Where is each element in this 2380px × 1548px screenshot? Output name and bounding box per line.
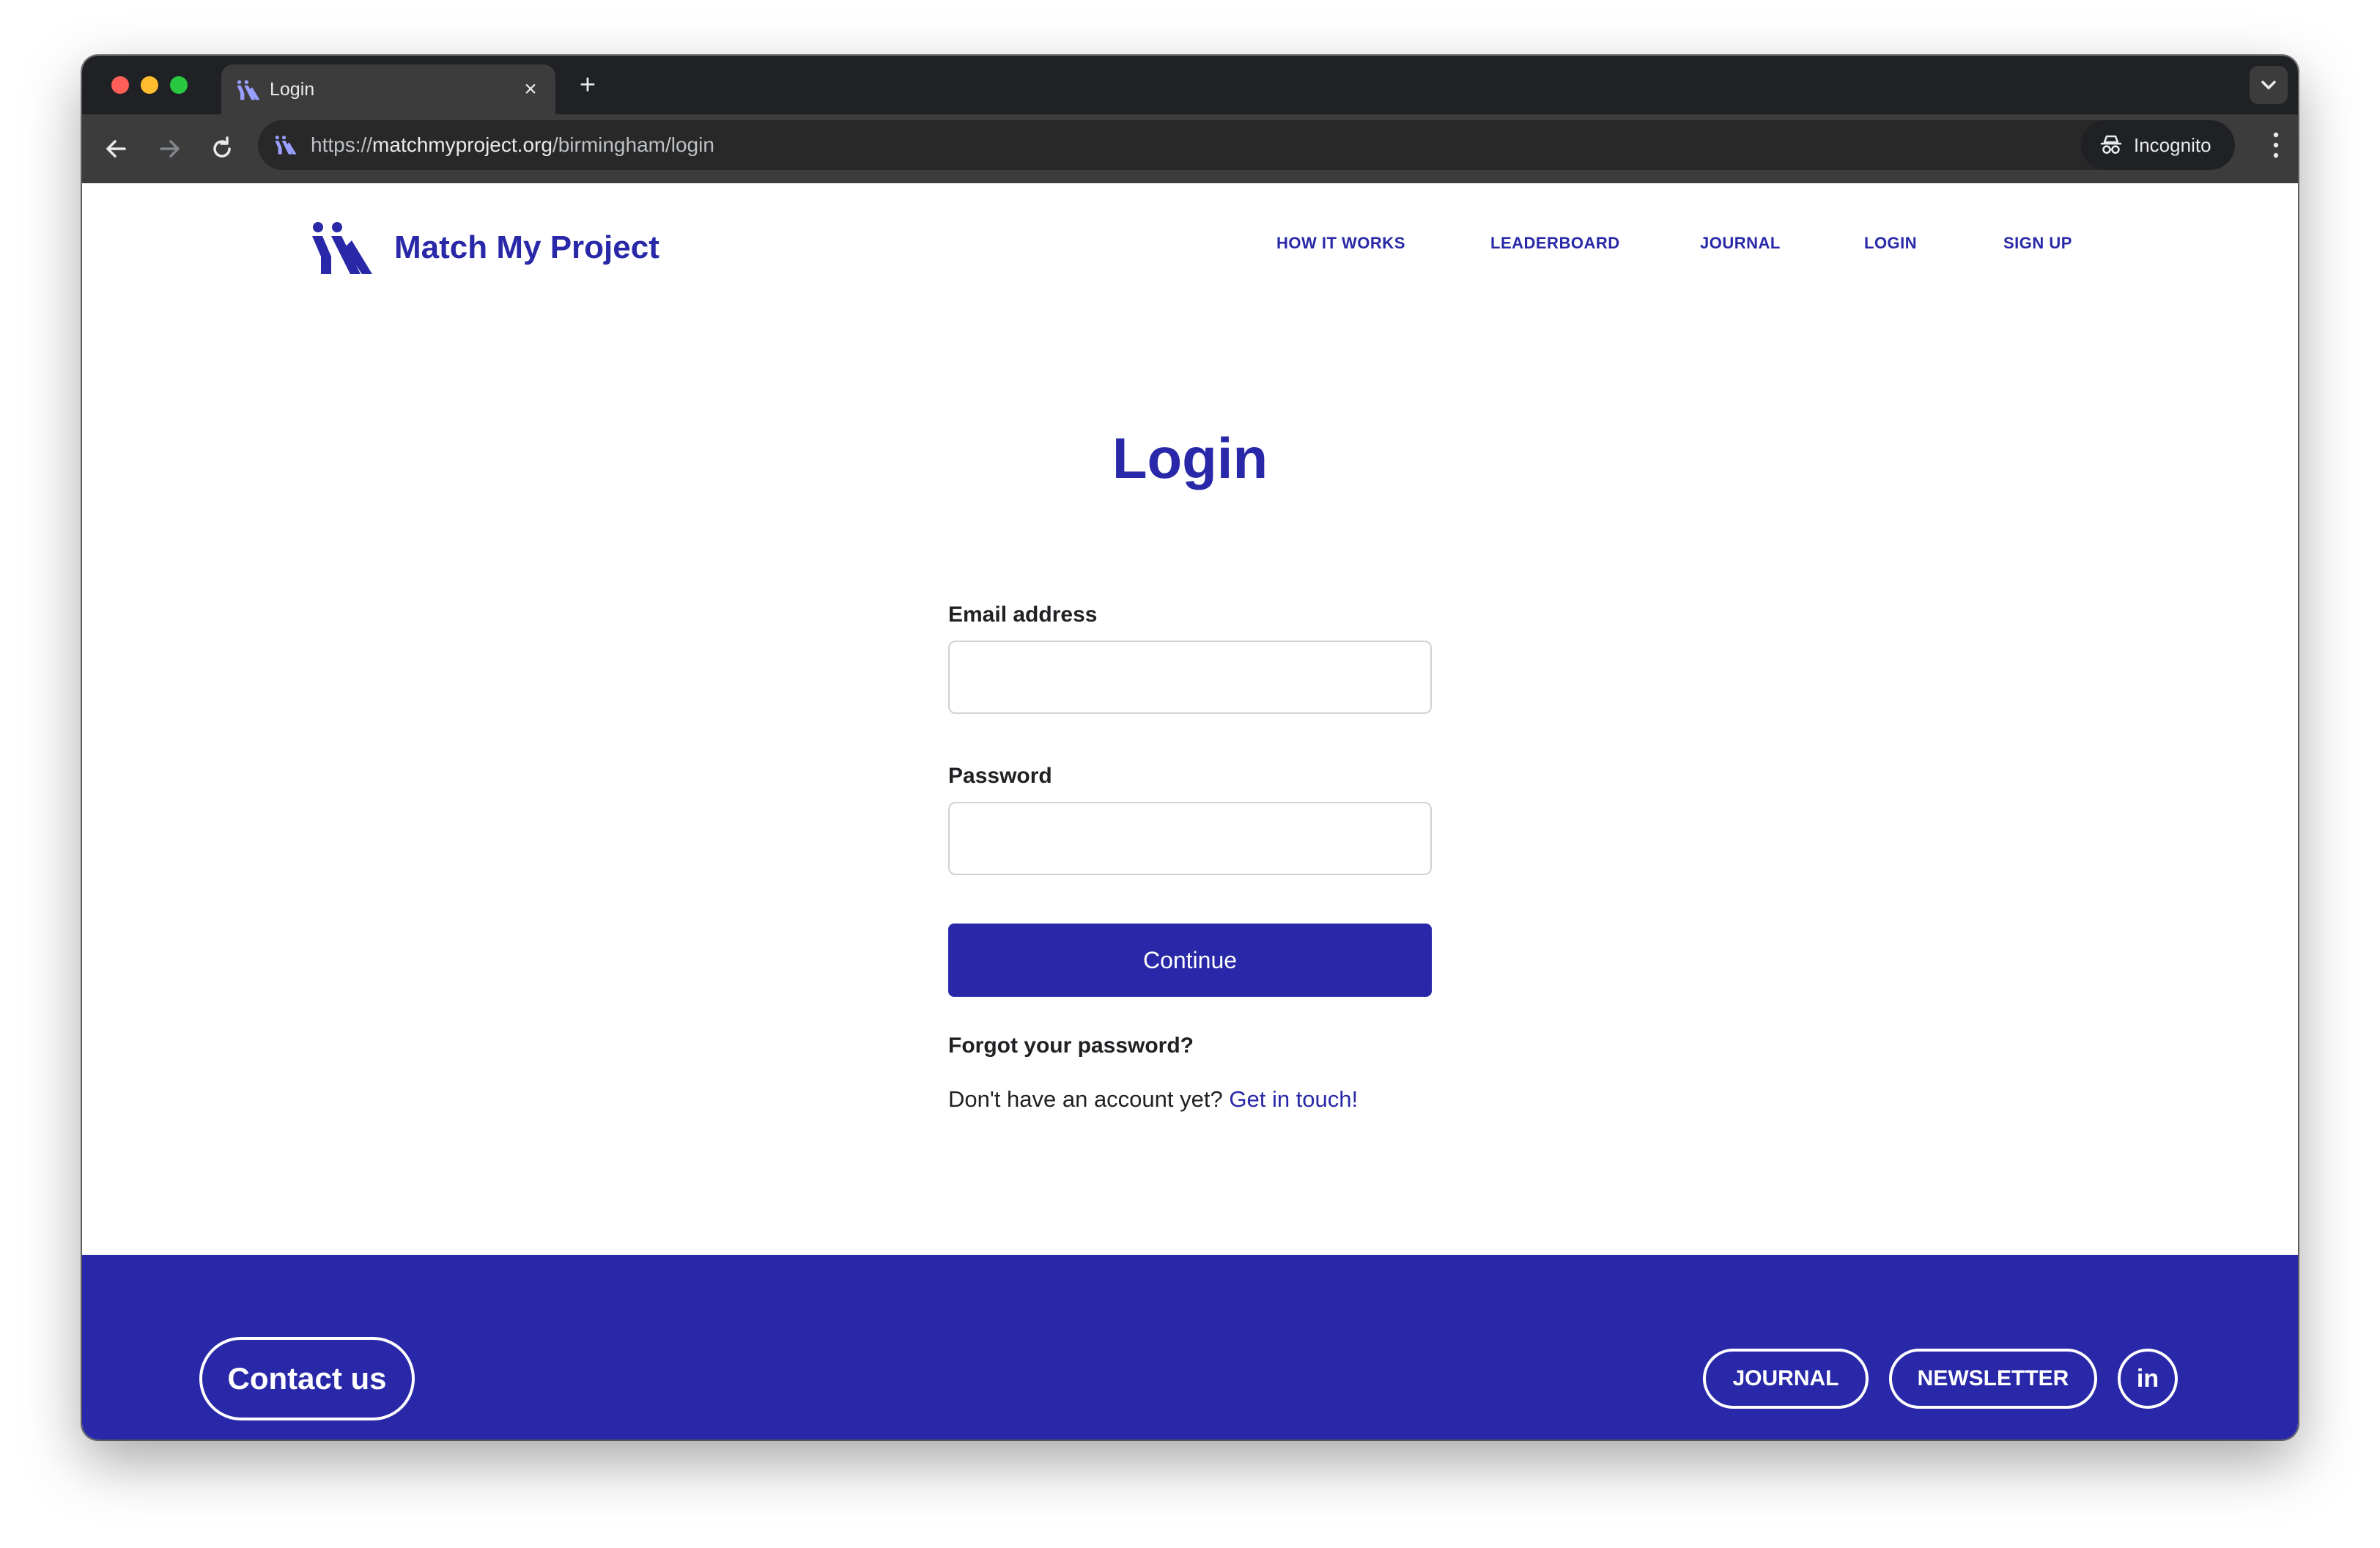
maximize-window-button[interactable]: [170, 76, 188, 94]
no-account-text: Don't have an account yet? Get in touch!: [948, 1085, 1358, 1114]
incognito-badge[interactable]: Incognito: [2081, 120, 2235, 170]
forward-arrow-icon[interactable]: [152, 132, 186, 166]
url-host: matchmyproject.org: [372, 133, 552, 156]
back-arrow-icon[interactable]: [100, 132, 133, 166]
contact-us-button[interactable]: Contact us: [199, 1337, 415, 1420]
tab-close-icon[interactable]: ×: [517, 76, 544, 103]
password-label: Password: [948, 764, 1052, 788]
incognito-icon: [2100, 135, 2122, 154]
get-in-touch-link[interactable]: Get in touch!: [1229, 1086, 1358, 1112]
nav-leaderboard[interactable]: LEADERBOARD: [1490, 233, 1620, 254]
url-scheme: https://: [311, 133, 373, 156]
password-field[interactable]: [948, 802, 1432, 875]
address-bar[interactable]: https://matchmyproject.org/birmingham/lo…: [258, 120, 2147, 170]
close-window-button[interactable]: [111, 76, 129, 94]
brand-name[interactable]: Match My Project: [394, 229, 659, 267]
nav-sign-up[interactable]: SIGN UP: [2003, 233, 2072, 254]
site-favicon-icon: [237, 80, 260, 100]
tab-search-button[interactable]: [2250, 66, 2288, 104]
url-path: /birmingham/login: [552, 133, 714, 156]
linkedin-icon[interactable]: in: [2118, 1349, 2178, 1409]
site-footer: Contact us JOURNAL NEWSLETTER in: [82, 1255, 2298, 1440]
nav-login[interactable]: LOGIN: [1864, 233, 1917, 254]
tab-title: Login: [270, 79, 315, 100]
match-my-project-logo-icon[interactable]: [309, 221, 375, 276]
footer-newsletter-button[interactable]: NEWSLETTER: [1889, 1349, 2097, 1409]
nav-how-it-works[interactable]: HOW IT WORKS: [1276, 233, 1405, 254]
tab-strip: Login × +: [82, 56, 2298, 114]
tab-login[interactable]: Login ×: [221, 64, 555, 114]
continue-button[interactable]: Continue: [948, 924, 1432, 997]
url-text: https://matchmyproject.org/birmingham/lo…: [311, 133, 714, 158]
chevron-down-icon: [2261, 81, 2276, 89]
new-tab-icon[interactable]: +: [572, 69, 604, 101]
email-label: Email address: [948, 602, 1098, 627]
site-favicon-icon: [275, 136, 297, 155]
browser-window: Login × + https://matchmyproject.org/bir…: [82, 56, 2298, 1440]
minimize-window-button[interactable]: [141, 76, 158, 94]
email-field[interactable]: [948, 641, 1432, 714]
no-account-label: Don't have an account yet?: [948, 1086, 1223, 1112]
web-page: Match My Project HOW IT WORKS LEADERBOAR…: [82, 183, 2298, 1440]
reload-icon[interactable]: [205, 132, 239, 166]
incognito-label: Incognito: [2134, 134, 2211, 156]
page-title: Login: [1112, 426, 1268, 490]
nav-journal[interactable]: JOURNAL: [1700, 233, 1781, 254]
forgot-password-link[interactable]: Forgot your password?: [948, 1032, 1194, 1060]
kebab-menu-icon[interactable]: [2270, 130, 2282, 160]
footer-journal-button[interactable]: JOURNAL: [1703, 1349, 1869, 1409]
